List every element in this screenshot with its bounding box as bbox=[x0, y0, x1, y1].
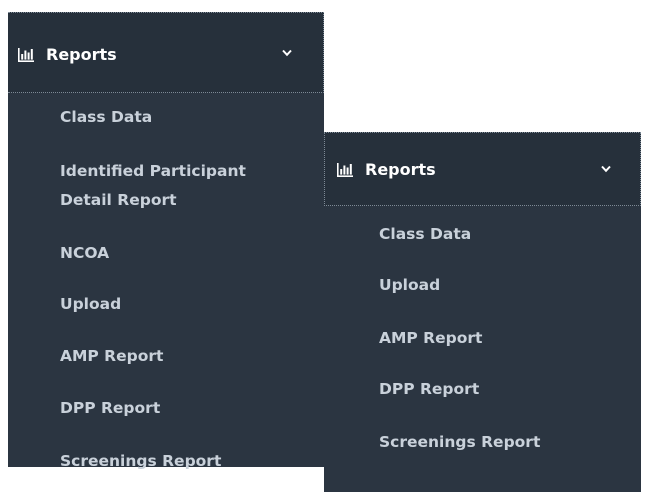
menu-item-identified-participant-line2[interactable]: Detail Report bbox=[60, 188, 177, 212]
menu-item-dpp-report[interactable]: DPP Report bbox=[379, 377, 479, 401]
menu-item-amp-report[interactable]: AMP Report bbox=[379, 326, 482, 350]
reports-menu-header[interactable]: Reports bbox=[324, 132, 641, 206]
menu-item-dpp-report[interactable]: DPP Report bbox=[60, 396, 160, 420]
bar-chart-icon bbox=[337, 163, 353, 177]
reports-header-label: Reports bbox=[365, 160, 436, 179]
menu-item-amp-report[interactable]: AMP Report bbox=[60, 344, 163, 368]
chevron-down-icon[interactable] bbox=[282, 49, 292, 57]
menu-item-screenings-report[interactable]: Screenings Report bbox=[379, 430, 540, 454]
reports-header-label: Reports bbox=[46, 45, 117, 64]
menu-item-identified-participant-line1[interactable]: Identified Participant bbox=[60, 159, 246, 183]
menu-item-screenings-report[interactable]: Screenings Report bbox=[60, 449, 221, 473]
bar-chart-icon bbox=[18, 48, 34, 62]
reports-menu-left: Reports Class Data Identified Participan… bbox=[8, 12, 324, 470]
menu-item-ncoa[interactable]: NCOA bbox=[60, 241, 109, 265]
chevron-down-icon[interactable] bbox=[601, 165, 611, 173]
menu-item-upload[interactable]: Upload bbox=[60, 292, 121, 316]
reports-menu-right: Reports Class Data Upload AMP Report DPP… bbox=[324, 132, 641, 492]
menu-item-class-data[interactable]: Class Data bbox=[379, 222, 471, 246]
menu-item-upload[interactable]: Upload bbox=[379, 273, 440, 297]
reports-menu-header[interactable]: Reports bbox=[8, 12, 324, 93]
menu-item-class-data[interactable]: Class Data bbox=[60, 105, 152, 129]
